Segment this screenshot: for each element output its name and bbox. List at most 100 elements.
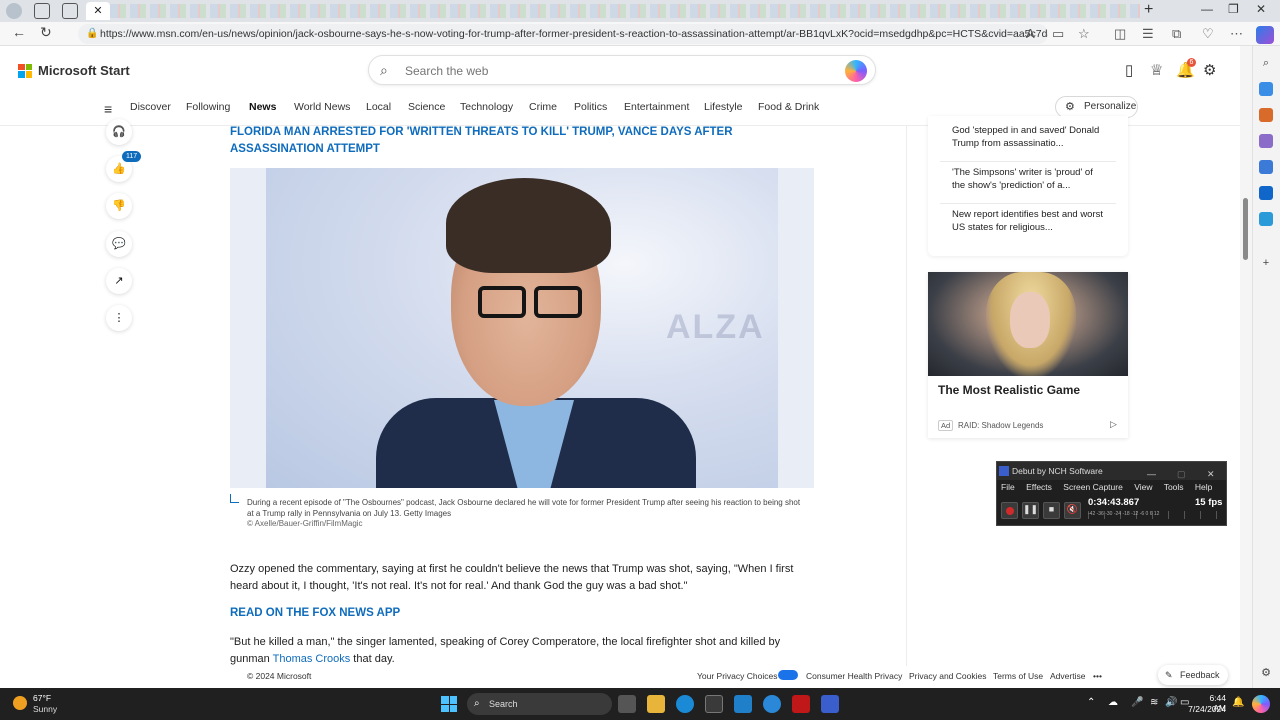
- back-icon[interactable]: ←: [12, 24, 26, 40]
- ad-title[interactable]: The Most Realistic Game: [938, 383, 1080, 397]
- thomas-crooks-link[interactable]: Thomas Crooks: [273, 653, 351, 665]
- adchoices-icon[interactable]: ▷: [1110, 419, 1117, 430]
- debut-taskbar-icon[interactable]: [821, 695, 839, 713]
- tray-wifi-icon[interactable]: ≋: [1150, 697, 1158, 708]
- rewards-icon[interactable]: ♕: [1150, 61, 1163, 79]
- tray-cloud-icon[interactable]: ☁: [1108, 697, 1118, 708]
- debut-minimize-icon[interactable]: —: [1147, 465, 1156, 483]
- more-options-icon[interactable]: ⋮: [106, 305, 132, 331]
- nav-discover[interactable]: Discover: [130, 101, 171, 113]
- scrollbar-thumb[interactable]: [1243, 198, 1248, 260]
- debut-menu-tools[interactable]: Tools: [1164, 482, 1184, 492]
- hamburger-menu-icon[interactable]: ≡: [104, 101, 112, 117]
- nav-science[interactable]: Science: [408, 101, 445, 113]
- listen-headphones-icon[interactable]: 🎧: [106, 119, 132, 145]
- nav-world-news[interactable]: World News: [294, 101, 350, 113]
- trending-news-item[interactable]: New report identifies best and worst US …: [952, 208, 1104, 234]
- sidebar-outlook-icon[interactable]: [1259, 186, 1273, 200]
- trending-news-item[interactable]: God 'stepped in and saved' Donald Trump …: [952, 124, 1104, 150]
- refresh-icon[interactable]: ↻: [40, 24, 52, 41]
- edge-icon[interactable]: [676, 695, 694, 713]
- footer-more-icon[interactable]: •••: [1093, 671, 1102, 681]
- trending-news-item[interactable]: 'The Simpsons' writer is 'proud' of the …: [952, 166, 1104, 192]
- debut-menu-effects[interactable]: Effects: [1026, 482, 1052, 492]
- nav-food-drink[interactable]: Food & Drink: [758, 101, 819, 113]
- mcafee-icon[interactable]: [792, 695, 810, 713]
- record-button[interactable]: [1001, 502, 1018, 519]
- weather-temperature[interactable]: 67°F: [33, 693, 51, 703]
- share-icon[interactable]: ↗: [106, 268, 132, 294]
- copilot-icon[interactable]: [845, 60, 867, 82]
- sidebar-search-icon[interactable]: ⌕: [1259, 56, 1273, 70]
- weather-condition[interactable]: Sunny: [33, 704, 57, 714]
- read-aloud-icon[interactable]: A: [1026, 26, 1035, 41]
- sidebar-settings-icon[interactable]: ⚙: [1259, 666, 1273, 680]
- copilot-sidebar-icon[interactable]: [1256, 26, 1274, 44]
- file-explorer-icon[interactable]: [647, 695, 665, 713]
- dislike-thumb-icon[interactable]: 👎: [106, 193, 132, 219]
- search-box[interactable]: ⌕: [368, 55, 876, 85]
- pause-button[interactable]: ❚❚: [1022, 502, 1039, 519]
- settings-gear-icon[interactable]: ⚙: [1203, 61, 1216, 79]
- comments-icon[interactable]: 💬: [106, 231, 132, 257]
- tray-mic-icon[interactable]: 🎤: [1131, 697, 1143, 708]
- nav-following[interactable]: Following: [186, 101, 230, 113]
- tray-chevron-icon[interactable]: ⌃: [1087, 697, 1095, 708]
- debut-menu-view[interactable]: View: [1134, 482, 1152, 492]
- tab-actions-icon[interactable]: [62, 3, 78, 19]
- sidebar-add-icon[interactable]: +: [1259, 256, 1273, 270]
- page-scrollbar[interactable]: [1240, 46, 1252, 688]
- debut-menu-help[interactable]: Help: [1195, 482, 1212, 492]
- nav-entertainment[interactable]: Entertainment: [624, 101, 689, 113]
- related-article-link[interactable]: FLORIDA MAN ARRESTED FOR 'WRITTEN THREAT…: [230, 124, 810, 158]
- app-globe-icon[interactable]: [763, 695, 781, 713]
- weather-sun-icon[interactable]: [13, 696, 27, 710]
- sidebar-shopping-icon[interactable]: [1259, 82, 1273, 96]
- minimize-icon[interactable]: —: [1201, 2, 1213, 16]
- task-view-icon[interactable]: [618, 695, 636, 713]
- footer-privacy-choices[interactable]: Your Privacy Choices: [697, 671, 777, 681]
- browser-essentials-icon[interactable]: ♡: [1202, 26, 1214, 42]
- tab-close-icon[interactable]: ✕: [93, 5, 102, 17]
- new-tab-icon[interactable]: +: [1144, 1, 1153, 19]
- personalize-button[interactable]: ⚙ Personalize: [1055, 96, 1138, 118]
- feedback-button[interactable]: ✎ Feedback: [1158, 665, 1228, 685]
- debut-menu-file[interactable]: File: [1001, 482, 1015, 492]
- maximize-icon[interactable]: ❐: [1228, 2, 1239, 16]
- notification-center-icon[interactable]: 🔔: [1232, 697, 1244, 708]
- nav-politics[interactable]: Politics: [574, 101, 607, 113]
- nav-news[interactable]: News: [249, 101, 276, 113]
- favorite-star-icon[interactable]: ☆: [1078, 26, 1090, 42]
- privacy-toggle-icon[interactable]: [778, 670, 798, 680]
- sidebar-tools-icon[interactable]: [1259, 108, 1273, 122]
- footer-advertise[interactable]: Advertise: [1050, 671, 1085, 681]
- microsoft-start-logo[interactable]: Microsoft Start: [18, 63, 130, 78]
- debut-close-icon[interactable]: ✕: [1207, 465, 1215, 483]
- footer-privacy-cookies[interactable]: Privacy and Cookies: [909, 671, 986, 681]
- split-screen-icon[interactable]: ◫: [1114, 26, 1126, 42]
- sidebar-m365-icon[interactable]: [1259, 160, 1273, 174]
- url-field[interactable]: 🔒 https://www.msn.com/en-us/news/opinion…: [78, 24, 1048, 44]
- immersive-reader-icon[interactable]: ▭: [1052, 26, 1064, 42]
- store-icon[interactable]: [705, 695, 723, 713]
- nav-crime[interactable]: Crime: [529, 101, 557, 113]
- read-on-fox-app-link[interactable]: READ ON THE FOX NEWS APP: [230, 607, 400, 619]
- profile-icon[interactable]: [6, 3, 22, 19]
- debut-restore-icon[interactable]: ▢: [1177, 465, 1186, 483]
- ad-card[interactable]: The Most Realistic Game Ad RAID: Shadow …: [928, 272, 1128, 438]
- app-blue-icon[interactable]: [734, 695, 752, 713]
- settings-more-icon[interactable]: ⋯: [1230, 26, 1243, 42]
- favorites-icon[interactable]: ☰: [1142, 26, 1154, 42]
- search-input[interactable]: [405, 61, 825, 81]
- active-tab[interactable]: ✕: [86, 2, 110, 20]
- workspaces-icon[interactable]: [34, 3, 50, 19]
- nav-local[interactable]: Local: [366, 101, 391, 113]
- copilot-taskbar-icon[interactable]: [1252, 695, 1270, 713]
- taskbar-date[interactable]: 7/24/2024: [1180, 704, 1226, 714]
- nav-technology[interactable]: Technology: [460, 101, 513, 113]
- debut-menu-screen-capture[interactable]: Screen Capture: [1063, 482, 1123, 492]
- taskbar-search[interactable]: ⌕ Search: [467, 693, 612, 715]
- tab-strip[interactable]: [110, 4, 1140, 18]
- collections-icon[interactable]: ⧉: [1172, 26, 1181, 42]
- footer-consumer-health[interactable]: Consumer Health Privacy: [806, 671, 902, 681]
